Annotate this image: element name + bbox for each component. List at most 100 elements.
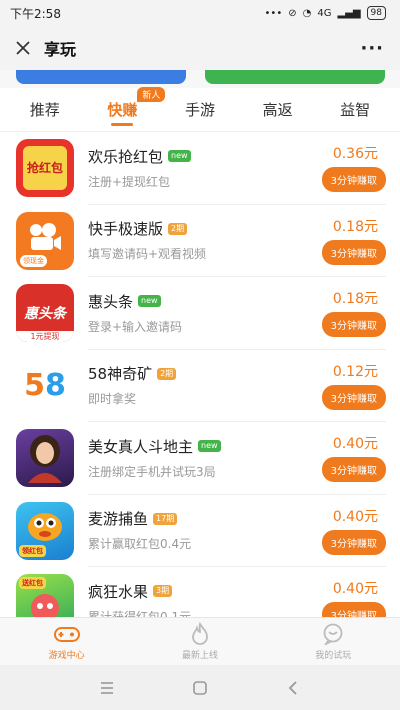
menu-icon <box>100 681 113 694</box>
app-description: 注册+提现红包 <box>88 174 171 189</box>
tab-recommend[interactable]: 推荐 <box>24 91 66 128</box>
app-name: 欢乐抢红包 <box>88 147 164 166</box>
app-description: 填写邀请码+观看视频 <box>88 247 207 262</box>
reward-amount: 0.40元 <box>332 508 378 525</box>
earn-button[interactable]: 3分钟赚取 <box>321 529 386 555</box>
portrait-glyph-icon <box>28 435 62 484</box>
app-info: 惠头条 new 登录+输入邀请码 <box>88 277 302 350</box>
app-description: 登录+输入邀请码 <box>88 319 183 334</box>
list-item[interactable]: 领红包 麦游捕鱼 17期 累计赢取红包0.4元 0.40元 3分钟赚取 <box>0 495 400 567</box>
status-icons: ••• ⊘ ◔ 4G ▂▄▆ 98 <box>265 6 386 20</box>
period-tag: 2期 <box>168 222 188 235</box>
list-item[interactable]: 美女真人斗地主 new 注册绑定手机并试玩3局 0.40元 3分钟赚取 <box>0 422 400 495</box>
new-tag: new <box>138 295 161 308</box>
camera-glyph-icon <box>30 222 61 250</box>
tab-quick-earn[interactable]: 快赚 新人 <box>101 87 166 128</box>
status-bar: 下午2:58 ••• ⊘ ◔ 4G ▂▄▆ 98 <box>0 0 400 26</box>
tab-label: 推荐 <box>29 101 60 119</box>
reward-area: 0.18元 3分钟赚取 <box>302 277 386 350</box>
reward-amount: 0.36元 <box>332 146 378 163</box>
list-item[interactable]: 送红包 疯狂水果 3期 累计获得红包0.1元 0.40元 3分钟赚取 <box>0 567 400 617</box>
app-description: 注册绑定手机并试玩3局 <box>88 464 216 479</box>
app-description: 累计赢取红包0.4元 <box>88 537 192 552</box>
new-tag: new <box>168 150 191 163</box>
list-item[interactable]: 58 58神奇矿 2期 即时拿奖 0.12元 3分钟赚取 <box>0 350 400 422</box>
app-description: 即时拿奖 <box>88 392 137 407</box>
tab-mobile-games[interactable]: 手游 <box>179 91 221 128</box>
app-info: 快手极速版 2期 填写邀请码+观看视频 <box>88 205 302 277</box>
app-info: 58神奇矿 2期 即时拿奖 <box>88 350 302 422</box>
period-tag: 2期 <box>157 367 177 380</box>
more-options-button[interactable]: ··· <box>360 38 388 59</box>
wifi-icon: ◔ <box>302 7 312 19</box>
icon-label: 领红包 <box>19 544 46 557</box>
reward-amount: 0.18元 <box>332 291 378 308</box>
kuaishou-icon: 领现金 <box>16 211 74 270</box>
home-button[interactable] <box>185 673 215 703</box>
reward-area: 0.18元 3分钟赚取 <box>302 205 386 277</box>
list-item[interactable]: 领现金 快手极速版 2期 填写邀请码+观看视频 0.18元 3分钟赚取 <box>0 205 400 277</box>
tab-puzzle[interactable]: 益智 <box>334 91 376 128</box>
home-square-icon <box>193 680 207 695</box>
close-button[interactable] <box>12 37 34 59</box>
reward-area: 0.40元 3分钟赚取 <box>302 567 386 617</box>
banner-strip <box>0 70 400 88</box>
fish-glyph-icon <box>28 512 62 541</box>
reward-amount: 0.12元 <box>332 363 378 380</box>
nav-label: 最新上线 <box>181 651 218 661</box>
system-nav-bar <box>0 665 400 710</box>
tab-label: 益智 <box>340 101 371 119</box>
icon-label: 惠头条 <box>24 306 66 323</box>
app-name: 58神奇矿 <box>88 365 153 384</box>
bottom-nav: 游戏中心 最新上线 我的试玩 <box>0 617 400 665</box>
huitoutiao-icon: 惠头条 1元提现 <box>16 284 74 343</box>
period-tag: 3期 <box>153 585 173 598</box>
more-dots-icon: ••• <box>264 7 283 19</box>
app-info: 美女真人斗地主 new 注册绑定手机并试玩3局 <box>88 422 302 495</box>
banner-right[interactable] <box>205 70 385 84</box>
nav-label: 我的试玩 <box>315 651 352 661</box>
icon-label: 58 <box>24 368 66 404</box>
new-tag: new <box>198 440 221 453</box>
back-button[interactable] <box>278 673 308 703</box>
page-title: 享玩 <box>44 40 77 59</box>
earn-button[interactable]: 3分钟赚取 <box>321 384 386 410</box>
app-info: 麦游捕鱼 17期 累计赢取红包0.4元 <box>88 495 302 567</box>
menu-button[interactable] <box>92 673 122 703</box>
network-label: 4G <box>317 7 332 19</box>
earn-button[interactable]: 3分钟赚取 <box>321 457 386 483</box>
nav-game-center[interactable]: 游戏中心 <box>22 622 112 661</box>
earn-button[interactable]: 3分钟赚取 <box>321 312 386 338</box>
tab-high-rebate[interactable]: 高返 <box>257 91 299 128</box>
earn-button[interactable]: 3分钟赚取 <box>321 167 386 193</box>
reward-amount: 0.40元 <box>332 436 378 453</box>
reward-area: 0.40元 3分钟赚取 <box>302 422 386 495</box>
icon-label: 领现金 <box>20 254 47 267</box>
app-info: 欢乐抢红包 new 注册+提现红包 <box>88 132 302 205</box>
earn-button[interactable]: 3分钟赚取 <box>321 602 386 617</box>
list-item[interactable]: 惠头条 1元提现 惠头条 new 登录+输入邀请码 0.18元 3分钟赚取 <box>0 277 400 350</box>
app-name: 美女真人斗地主 <box>88 437 194 456</box>
icon-label: 抢红包 <box>23 146 67 191</box>
list-item[interactable]: 抢红包 欢乐抢红包 new 注册+提现红包 0.36元 3分钟赚取 <box>0 132 400 205</box>
app-description: 累计获得红包0.1元 <box>88 609 192 617</box>
app-name: 惠头条 <box>88 292 134 311</box>
banner-left[interactable] <box>16 70 186 84</box>
poker-girl-icon <box>16 429 74 488</box>
reward-amount: 0.18元 <box>332 218 378 235</box>
lucky-red-packet-icon: 抢红包 <box>16 139 74 198</box>
category-tabs: 推荐 快赚 新人 手游 高返 益智 <box>0 87 400 132</box>
app-name: 快手极速版 <box>88 220 164 239</box>
tab-label: 快赚 <box>107 101 138 119</box>
tab-label: 手游 <box>184 101 215 119</box>
nav-label: 游戏中心 <box>48 651 85 661</box>
nav-latest[interactable]: 最新上线 <box>155 622 245 661</box>
fruit-glyph-icon <box>31 594 59 617</box>
earn-button[interactable]: 3分钟赚取 <box>321 239 386 265</box>
58-logo-icon: 58 <box>16 356 74 415</box>
flame-icon <box>187 622 213 646</box>
signal-icon: ▂▄▆ <box>337 7 361 19</box>
status-time: 下午2:58 <box>10 6 61 21</box>
nav-my-trials[interactable]: 我的试玩 <box>288 622 378 661</box>
icon-label: 送红包 <box>19 577 46 590</box>
